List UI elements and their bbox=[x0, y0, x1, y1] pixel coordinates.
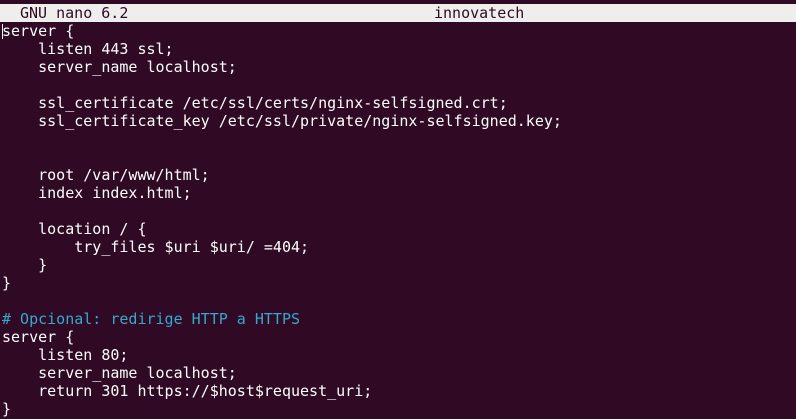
code-line[interactable] bbox=[2, 292, 794, 310]
nano-title-bar: GNU nano 6.2 innovatech bbox=[0, 4, 796, 22]
code-line[interactable]: ssl_certificate /etc/ssl/certs/nginx-sel… bbox=[2, 94, 794, 112]
code-line[interactable] bbox=[2, 76, 794, 94]
code-line[interactable]: root /var/www/html; bbox=[2, 166, 794, 184]
code-line[interactable]: } bbox=[2, 400, 794, 418]
app-version-label: GNU nano 6.2 bbox=[20, 4, 129, 22]
code-line[interactable]: server { bbox=[2, 328, 794, 346]
code-line[interactable] bbox=[2, 148, 794, 166]
text-cursor bbox=[2, 24, 3, 39]
code-line[interactable]: } bbox=[2, 274, 794, 292]
file-name-label: innovatech bbox=[434, 4, 525, 22]
code-line[interactable] bbox=[2, 202, 794, 220]
code-line[interactable]: try_files $uri $uri/ =404; bbox=[2, 238, 794, 256]
text-editor-area[interactable]: server { listen 443 ssl; server_name loc… bbox=[2, 22, 794, 419]
code-line[interactable]: ssl_certificate_key /etc/ssl/private/ngi… bbox=[2, 112, 794, 130]
comment-line[interactable]: # Opcional: redirige HTTP a HTTPS bbox=[2, 310, 794, 328]
code-line[interactable]: listen 443 ssl; bbox=[2, 40, 794, 58]
code-line[interactable]: return 301 https://$host$request_uri; bbox=[2, 382, 794, 400]
code-line[interactable]: server_name localhost; bbox=[2, 58, 794, 76]
code-line[interactable]: location / { bbox=[2, 220, 794, 238]
code-line[interactable] bbox=[2, 130, 794, 148]
code-line[interactable]: } bbox=[2, 256, 794, 274]
code-line[interactable]: index index.html; bbox=[2, 184, 794, 202]
code-line[interactable]: listen 80; bbox=[2, 346, 794, 364]
code-line[interactable]: server { bbox=[2, 22, 794, 40]
code-line[interactable]: server_name localhost; bbox=[2, 364, 794, 382]
